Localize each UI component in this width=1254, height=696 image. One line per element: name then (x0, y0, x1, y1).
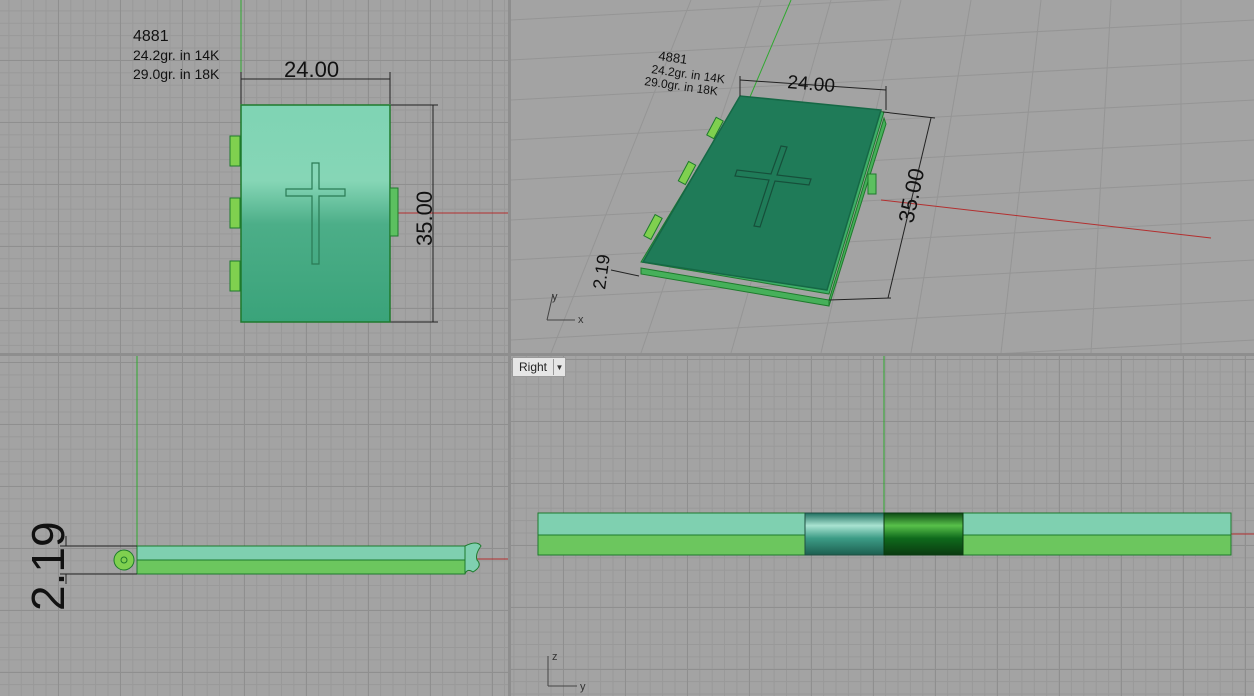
axis-y-label: y (552, 291, 558, 303)
axis-y-label: y (580, 681, 586, 693)
book-top-slab (136, 545, 466, 561)
hinge-left-3 (229, 260, 241, 292)
width-dimension-text: 24.00 (284, 57, 339, 82)
right-view-canvas: z y (537, 356, 1254, 693)
height-dimension-text: 35.00 (893, 166, 929, 225)
weight-18k-label: 29.0gr. in 18K (133, 66, 220, 82)
axis-z-label: z (552, 651, 558, 663)
height-dimension-text: 35.00 (412, 191, 437, 246)
clasp-right (389, 187, 399, 237)
hinge-left-1 (229, 135, 241, 167)
width-dimension-text: 24.00 (787, 72, 836, 97)
hinge-left-cylinder (804, 512, 885, 556)
book-bottom-slab (136, 559, 466, 575)
top-viewport[interactable]: 4881 24.2gr. in 14K 29.0gr. in 18K 24.00… (0, 0, 508, 353)
front-view-canvas: 2.19 (22, 356, 508, 611)
right-viewport[interactable]: Right ▼ z y (511, 356, 1254, 696)
hinge-left-2 (229, 197, 241, 229)
x-axis-line (880, 199, 1212, 239)
thickness-dimension-text: 2.19 (589, 253, 614, 290)
perspective-grid (511, 0, 1254, 353)
perspective-viewport[interactable]: 4881 24.2gr. in 14K 29.0gr. in 18K 24.00… (511, 0, 1254, 353)
book-cover-perspective[interactable] (641, 95, 882, 291)
axis-widget: z y (547, 651, 586, 693)
hinge-right-cylinder (883, 512, 964, 556)
part-number-label: 4881 (133, 28, 169, 45)
weight-14k-label: 24.2gr. in 14K (133, 47, 220, 63)
top-view-canvas: 4881 24.2gr. in 14K 29.0gr. in 18K 24.00… (133, 0, 508, 323)
hinge-circle (113, 549, 135, 571)
thickness-dimension-text: 2.19 (22, 521, 74, 611)
axis-x-label: x (578, 314, 584, 326)
perspective-view-canvas: 4881 24.2gr. in 14K 29.0gr. in 18K 24.00… (511, 0, 1254, 353)
book-cover-top[interactable] (240, 104, 391, 323)
front-viewport[interactable]: 2.19 (0, 356, 508, 696)
